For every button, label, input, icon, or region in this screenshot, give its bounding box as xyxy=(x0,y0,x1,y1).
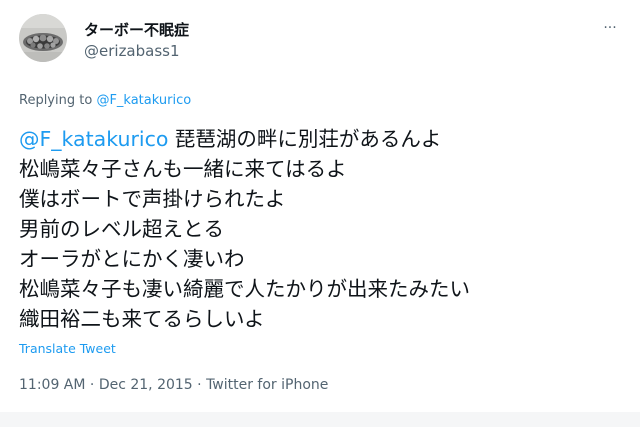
tweet-line: 松嶋菜々子さんも一緒に来てはるよ xyxy=(19,157,347,181)
reply-context-prefix: Replying to xyxy=(19,93,97,108)
reply-context: Replying to @F_katakurico xyxy=(19,93,191,108)
tweet-page: ターボー不眠症 @erizabass1 ··· Replying to @F_k… xyxy=(0,0,640,427)
tweet-line: 僕はボートで声掛けられたよ xyxy=(19,187,286,211)
more-options-button[interactable]: ··· xyxy=(598,18,622,38)
tweet-text: @F_katakurico 琵琶湖の畔に別荘があるんよ 松嶋菜々子さんも一緒に来… xyxy=(19,124,619,334)
tweet-line-text: 琵琶湖の畔に別荘があるんよ xyxy=(168,127,442,151)
tweet-time-link[interactable]: 11:09 AM xyxy=(19,377,85,393)
tweet-card: ターボー不眠症 @erizabass1 ··· Replying to @F_k… xyxy=(0,0,640,412)
tweet-date-link[interactable]: Dec 21, 2015 xyxy=(99,377,193,393)
tweet-line: オーラがとにかく凄いわ xyxy=(19,247,245,271)
translate-tweet-link[interactable]: Translate Tweet xyxy=(19,341,116,356)
tweet-line: @F_katakurico 琵琶湖の畔に別荘があるんよ xyxy=(19,124,619,154)
display-name[interactable]: ターボー不眠症 xyxy=(84,19,189,40)
user-handle[interactable]: @erizabass1 xyxy=(84,42,180,60)
tweet-mention-link[interactable]: @F_katakurico xyxy=(19,127,168,151)
more-horizontal-icon: ··· xyxy=(603,20,617,36)
tweet-source-link[interactable]: Twitter for iPhone xyxy=(206,377,328,393)
bottom-divider xyxy=(0,412,640,427)
tweet-line: 松嶋菜々子も凄い綺麗で人たかりが出来たみたい xyxy=(19,277,470,301)
reply-context-mention-link[interactable]: @F_katakurico xyxy=(96,93,191,108)
tweet-line: 織田裕二も来てるらしいよ xyxy=(19,307,265,331)
meta-separator: · xyxy=(192,377,207,393)
meta-separator: · xyxy=(85,377,99,393)
avatar[interactable] xyxy=(19,14,67,62)
tweet-line: 男前のレベル超えとる xyxy=(19,217,224,241)
tweet-metadata: 11:09 AM · Dec 21, 2015 · Twitter for iP… xyxy=(19,377,328,393)
avatar-image xyxy=(19,14,67,62)
